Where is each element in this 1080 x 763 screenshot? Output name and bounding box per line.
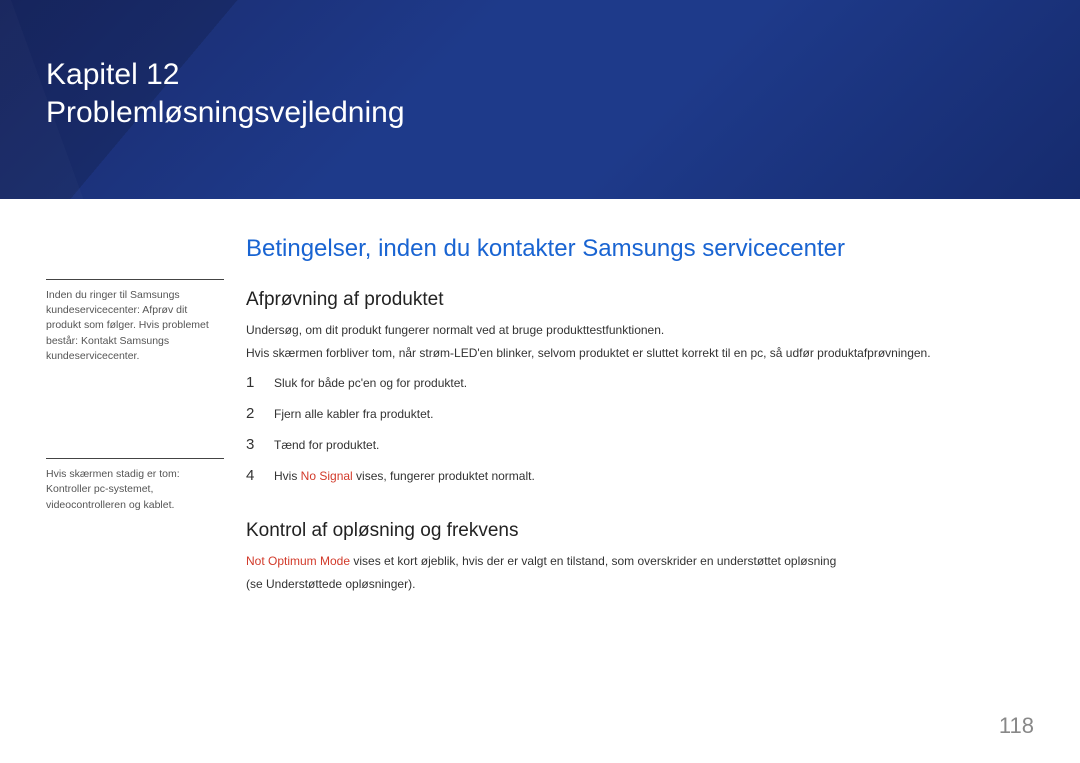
highlight-term: No Signal: [301, 469, 353, 483]
step-number: 3: [246, 436, 258, 453]
chapter-label: Kapitel 12: [46, 56, 405, 94]
step-text-suffix: vises, fungerer produktet normalt.: [353, 469, 535, 483]
list-item: 1 Sluk for både pc'en og for produktet.: [246, 374, 1034, 391]
columns: Inden du ringer til Samsungs kundeservic…: [46, 235, 1034, 597]
step-text: Hvis No Signal vises, fungerer produktet…: [274, 469, 535, 483]
page: Kapitel 12 Problemløsningsvejledning Ind…: [0, 0, 1080, 763]
section-title: Betingelser, inden du kontakter Samsungs…: [246, 235, 1034, 263]
step-number: 1: [246, 374, 258, 391]
chapter-banner: Kapitel 12 Problemløsningsvejledning: [0, 0, 1080, 199]
main-column: Betingelser, inden du kontakter Samsungs…: [246, 235, 1034, 597]
body-paragraph: Hvis skærmen forbliver tom, når strøm-LE…: [246, 344, 1034, 363]
highlight-term: Not Optimum Mode: [246, 554, 350, 568]
side-note: Hvis skærmen stadig er tom: Kontroller p…: [46, 458, 224, 513]
body-paragraph: (se Understøttede opløsninger).: [246, 575, 1034, 594]
list-item: 3 Tænd for produktet.: [246, 436, 1034, 453]
step-list: 1 Sluk for både pc'en og for produktet. …: [246, 374, 1034, 484]
step-number: 4: [246, 467, 258, 484]
step-number: 2: [246, 405, 258, 422]
step-text: Sluk for både pc'en og for produktet.: [274, 376, 467, 390]
step-text: Fjern alle kabler fra produktet.: [274, 407, 433, 421]
step-text-prefix: Hvis: [274, 469, 301, 483]
subsection-title: Afprøvning af produktet: [246, 289, 1034, 311]
side-note: Inden du ringer til Samsungs kundeservic…: [46, 279, 224, 364]
banner-text: Kapitel 12 Problemløsningsvejledning: [46, 56, 405, 131]
body-text-rest: vises et kort øjeblik, hvis der er valgt…: [350, 554, 836, 568]
content-area: Inden du ringer til Samsungs kundeservic…: [0, 199, 1080, 597]
list-item: 2 Fjern alle kabler fra produktet.: [246, 405, 1034, 422]
step-text: Tænd for produktet.: [274, 438, 379, 452]
side-column: Inden du ringer til Samsungs kundeservic…: [46, 235, 224, 597]
body-paragraph: Undersøg, om dit produkt fungerer normal…: [246, 321, 1034, 340]
list-item: 4 Hvis No Signal vises, fungerer produkt…: [246, 467, 1034, 484]
body-paragraph: Not Optimum Mode vises et kort øjeblik, …: [246, 552, 1034, 571]
page-number: 118: [999, 713, 1034, 739]
subsection-title: Kontrol af opløsning og frekvens: [246, 520, 1034, 542]
chapter-title: Problemløsningsvejledning: [46, 94, 405, 132]
